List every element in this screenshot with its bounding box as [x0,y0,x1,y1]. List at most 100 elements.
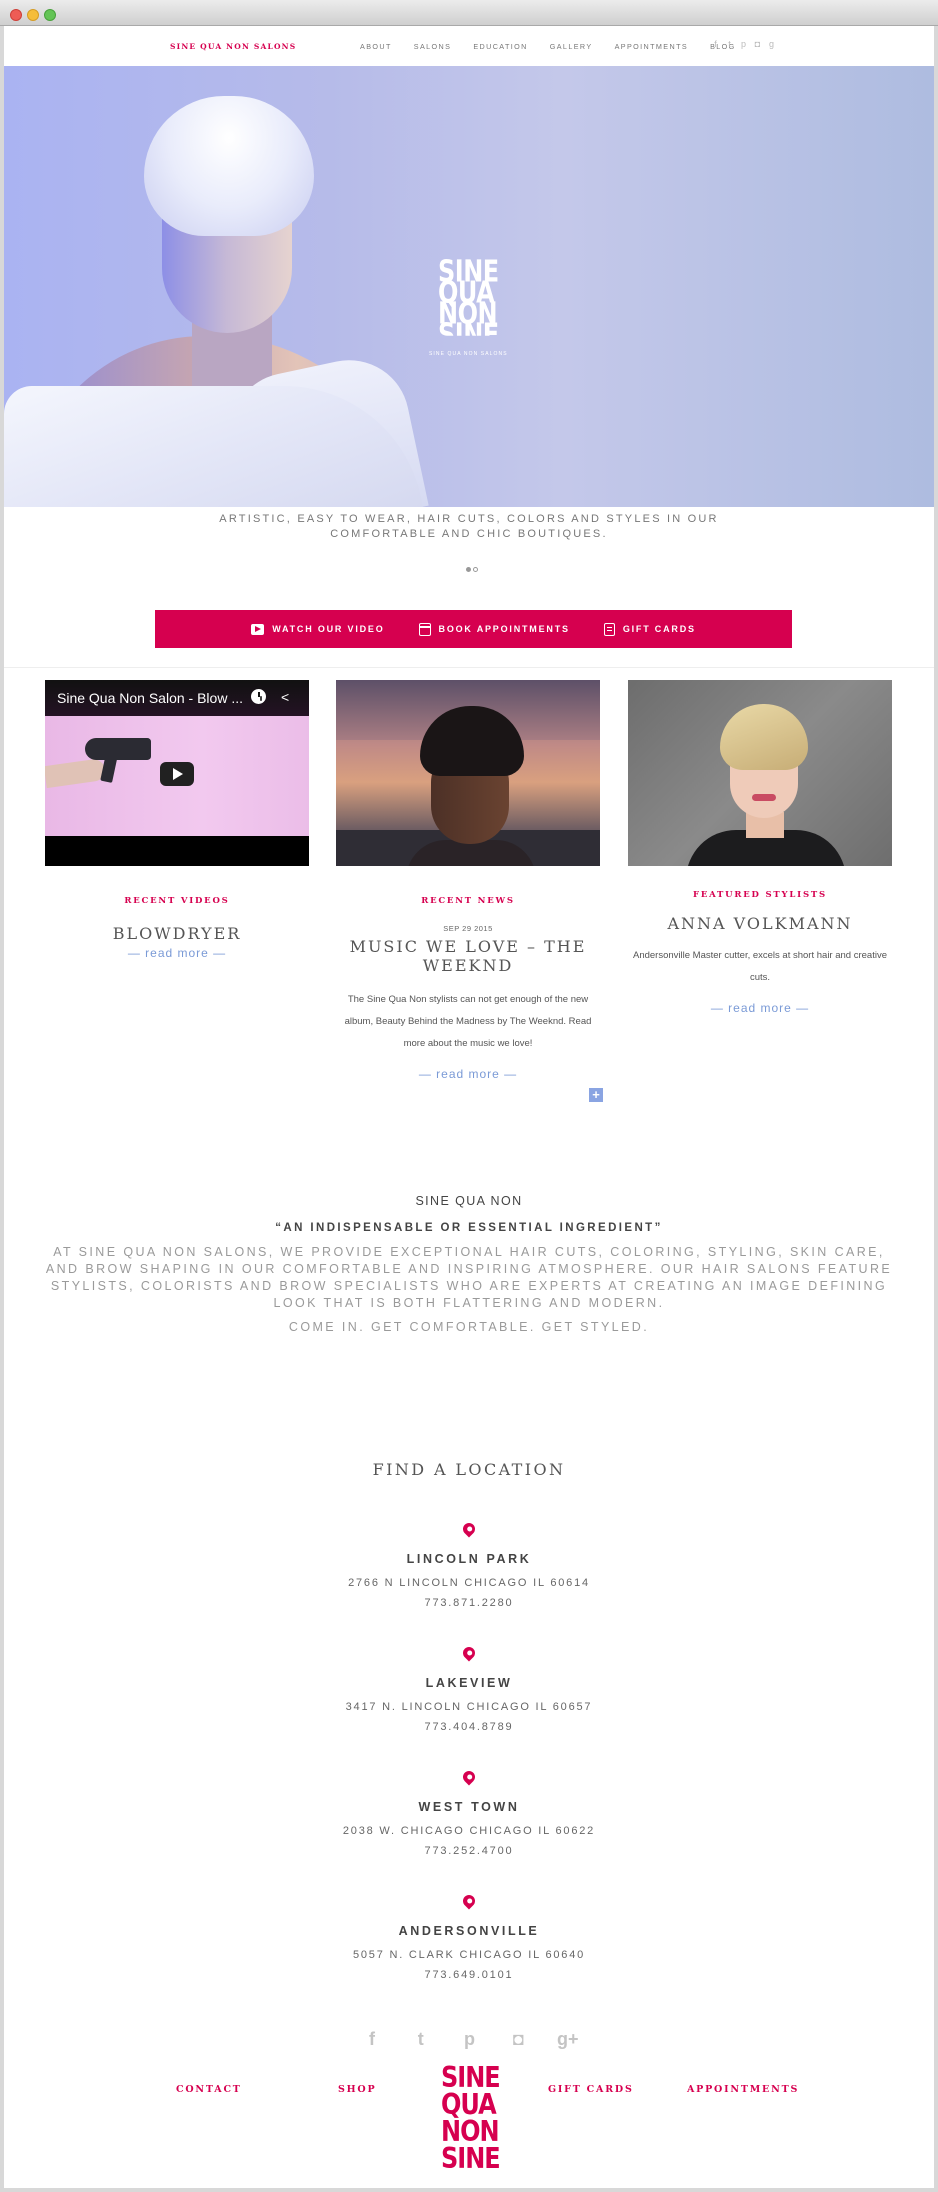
featured-stylists-label: FEATURED STYLISTS [693,890,827,900]
book-appointments-button[interactable]: BOOK APPOINTMENTS [418,622,570,636]
about-title: SINE QUA NON [415,1194,523,1208]
facebook-icon[interactable]: f [362,2029,382,2049]
map-pin-icon [460,1768,478,1786]
book-appointments-label: BOOK APPOINTMENTS [438,624,570,634]
facebook-icon[interactable]: f [711,39,720,49]
stylist-name[interactable]: ANNA VOLKMANN [628,914,892,933]
location-phone[interactable]: 773.404.8789 [4,1721,934,1733]
calendar-icon [418,622,431,636]
hero-logo-line: SINE [438,322,518,336]
location-item: WEST TOWN 2038 W. CHICAGO CHICAGO IL 606… [4,1768,934,1857]
minimize-window-button[interactable] [27,9,39,21]
header-social-icons: f t p ◘ g [711,39,776,49]
about-cta: COME IN. GET COMFORTABLE. GET STYLED. [288,1320,650,1334]
watch-video-button[interactable]: WATCH OUR VIDEO [251,623,385,635]
maximize-window-button[interactable] [44,9,56,21]
slider-dots [466,567,478,572]
site-header: SINE QUA NON SALONS ABOUT SALONS EDUCATI… [4,26,934,66]
location-item: LAKEVIEW 3417 N. LINCOLN CHICAGO IL 6065… [4,1644,934,1733]
instagram-icon[interactable]: ◘ [753,39,762,49]
footer-appointments-link[interactable]: APPOINTMENTS [687,2084,799,2095]
location-address: 2038 W. CHICAGO CHICAGO IL 60622 [342,1825,596,1837]
main-nav: ABOUT SALONS EDUCATION GALLERY APPOINTME… [360,42,758,51]
video-post-title[interactable]: BLOWDRYER [45,924,309,943]
news-image[interactable] [336,680,600,866]
news-excerpt: The Sine Qua Non stylists can not get en… [344,994,592,1049]
find-location-heading: FIND A LOCATION [372,1460,566,1479]
news-title[interactable]: MUSIC WE LOVE – THE WEEKND [336,937,600,975]
nav-gallery[interactable]: GALLERY [550,42,593,51]
location-name[interactable]: WEST TOWN [4,1800,934,1814]
nav-appointments[interactable]: APPOINTMENTS [615,42,689,51]
map-pin-icon [460,1520,478,1538]
location-address: 2766 N LINCOLN CHICAGO IL 60614 [348,1577,590,1589]
footer-logo-line: SINE [441,2141,501,2176]
recent-news-column: RECENT NEWS SEP 29 2015 MUSIC WE LOVE – … [336,680,600,1083]
watch-video-label: WATCH OUR VIDEO [272,624,385,634]
news-date: SEP 29 2015 [443,924,493,933]
video-title[interactable]: Sine Qua Non Salon - Blow ... [57,690,243,706]
video-bottom-bar [45,836,309,866]
google-plus-icon[interactable]: g [767,39,776,49]
brand-link[interactable]: SINE QUA NON SALONS [170,42,296,51]
stylist-image[interactable] [628,680,892,866]
recent-videos-column: Sine Qua Non Salon - Blow ... < RECENT V… [45,680,309,962]
hero-tagline: ARTISTIC, EASY TO WEAR, HAIR CUTS, COLOR… [219,513,719,540]
location-item: LINCOLN PARK 2766 N LINCOLN CHICAGO IL 6… [4,1520,934,1609]
pinterest-icon[interactable]: p [460,2029,480,2049]
about-quote: “AN INDISPENSABLE OR ESSENTIAL INGREDIEN… [275,1222,663,1234]
recent-news-label: RECENT NEWS [421,896,515,906]
footer-social-icons: f t p ◘ g+ [362,2029,579,2049]
share-plus-button[interactable]: + [589,1088,603,1102]
slider-dot-1[interactable] [466,567,471,572]
hero-logo: SINE QUA NON SINE [438,257,518,336]
location-phone[interactable]: 773.252.4700 [4,1845,934,1857]
stylist-bio: Andersonville Master cutter, excels at s… [633,950,887,983]
close-window-button[interactable] [10,9,22,21]
instagram-icon[interactable]: ◘ [508,2029,528,2049]
twitter-icon[interactable]: t [725,39,734,49]
watch-later-icon[interactable] [251,689,266,704]
video-read-more-link[interactable]: — read more — [128,946,226,960]
map-pin-icon [460,1644,478,1662]
recent-videos-label: RECENT VIDEOS [124,896,230,906]
nav-salons[interactable]: SALONS [414,42,452,51]
gift-cards-button[interactable]: GIFT CARDS [603,622,696,636]
news-read-more-link[interactable]: — read more — [419,1067,517,1081]
location-name[interactable]: ANDERSONVILLE [4,1924,934,1938]
stylist-image-hair [720,704,808,770]
about-text: AT SINE QUA NON SALONS, WE PROVIDE EXCEP… [45,1245,893,1310]
browser-chrome [0,0,938,26]
video-dryer [85,738,151,760]
gift-cards-label: GIFT CARDS [622,624,696,634]
featured-stylists-column: FEATURED STYLISTS ANNA VOLKMANN Anderson… [628,680,892,1017]
pinterest-icon[interactable]: p [739,39,748,49]
nav-about[interactable]: ABOUT [360,42,392,51]
page: SINE QUA NON SALONS ABOUT SALONS EDUCATI… [4,26,934,2188]
action-bar: WATCH OUR VIDEO BOOK APPOINTMENTS GIFT C… [155,610,792,648]
map-pin-icon [460,1892,478,1910]
divider [4,667,934,668]
footer-gift-cards-link[interactable]: GIFT CARDS [548,2084,634,2095]
google-plus-icon[interactable]: g+ [557,2029,579,2049]
location-phone[interactable]: 773.649.0101 [4,1969,934,1981]
hero-banner: SINE QUA NON SINE SINE QUA NON SALONS [4,66,934,507]
nav-education[interactable]: EDUCATION [473,42,527,51]
video-player[interactable]: Sine Qua Non Salon - Blow ... < [45,680,309,866]
hero-logo-subtitle: SINE QUA NON SALONS [429,351,508,357]
share-icon[interactable]: < [281,689,289,705]
video-play-button[interactable] [160,762,194,786]
hero-photo-hair [144,96,314,236]
location-name[interactable]: LAKEVIEW [4,1676,934,1690]
slider-dot-2[interactable] [473,567,478,572]
stylist-read-more-link[interactable]: — read more — [711,1001,809,1015]
location-phone[interactable]: 773.871.2280 [4,1597,934,1609]
stylist-image-lips [752,794,776,801]
footer-contact-link[interactable]: CONTACT [176,2084,242,2095]
footer-shop-link[interactable]: SHOP [338,2084,376,2095]
footer-logo[interactable]: SINE QUA NON SINE [441,2062,503,2188]
location-address: 5057 N. CLARK CHICAGO IL 60640 [352,1949,586,1961]
twitter-icon[interactable]: t [411,2029,431,2049]
location-name[interactable]: LINCOLN PARK [4,1552,934,1566]
gift-card-icon [603,622,615,636]
